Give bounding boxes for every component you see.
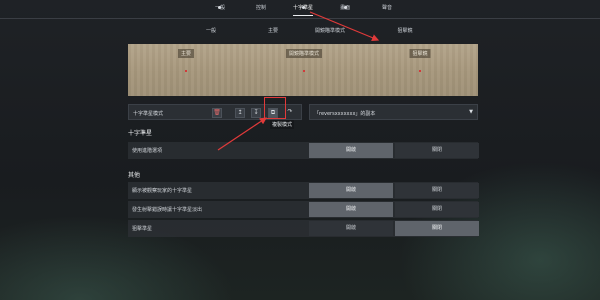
- option-on[interactable]: 開啟: [309, 143, 393, 158]
- subtab-general[interactable]: 一般: [206, 27, 216, 34]
- crosshair-dot: [419, 70, 421, 72]
- trash-icon[interactable]: 🗑: [212, 108, 222, 118]
- option-off[interactable]: 關閉: [395, 202, 479, 217]
- option-on[interactable]: 開啟: [309, 202, 393, 217]
- upload-icon[interactable]: ↥: [235, 108, 245, 118]
- crosshair-preview: 主要 開鏡瞄準模式 狙擊鏡: [128, 44, 478, 96]
- tab-audio[interactable]: 聲音: [382, 4, 392, 11]
- setting-row: 使用進階選項 開啟 關閉: [128, 142, 479, 159]
- preview-label-sniper: 狙擊鏡: [409, 49, 431, 58]
- profile-name: 十字準星模式: [133, 111, 164, 117]
- download-icon[interactable]: ↧: [251, 108, 261, 118]
- setting-row: 發生射擊錯誤時讓十字準星淡出 開啟 關閉: [128, 201, 479, 218]
- nav-dot: [218, 6, 221, 9]
- setting-label: 顯示被觀察玩家的十字準星: [132, 188, 193, 194]
- preview-label-primary: 主要: [177, 49, 195, 58]
- copy-tooltip: 複製模式: [270, 120, 295, 129]
- option-on[interactable]: 開啟: [309, 183, 393, 198]
- crosshair-dot: [303, 70, 305, 72]
- setting-label: 發生射擊錯誤時讓十字準星淡出: [132, 207, 203, 213]
- subtab-primary[interactable]: 主要: [268, 27, 278, 34]
- dropdown-value: 「reversxxxxxxx」的副本: [314, 111, 376, 117]
- option-off[interactable]: 關閉: [395, 143, 479, 158]
- copy-button-highlight: [264, 97, 286, 119]
- section-title-crosshair: 十字準星: [128, 130, 153, 137]
- profile-dropdown[interactable]: 「reversxxxxxxx」的副本 ▼: [309, 104, 478, 120]
- import-icon[interactable]: ↷: [285, 108, 295, 118]
- option-off[interactable]: 關閉: [395, 183, 479, 198]
- section-title-other: 其他: [128, 172, 141, 179]
- option-on[interactable]: 開啟: [309, 221, 393, 236]
- crosshair-dot: [185, 70, 187, 72]
- subtab-ads[interactable]: 開鏡瞄準模式: [315, 27, 345, 34]
- chevron-down-icon: ▼: [469, 109, 473, 115]
- setting-label: 使用進階選項: [132, 148, 163, 154]
- setting-label: 狙擊準星: [132, 226, 153, 232]
- tab-controls[interactable]: 控制: [256, 4, 266, 11]
- option-off[interactable]: 關閉: [395, 221, 479, 236]
- subtab-sniper[interactable]: 狙擊鏡: [397, 27, 412, 34]
- top-nav: 一般 控制 十字準星 畫面 聲音: [0, 0, 600, 19]
- nav-dot: [302, 6, 305, 9]
- preview-label-ads: 開鏡瞄準模式: [285, 49, 323, 58]
- setting-row: 狙擊準星 開啟 關閉: [128, 220, 479, 237]
- nav-dot: [344, 6, 347, 9]
- setting-row: 顯示被觀察玩家的十字準星 開啟 關閉: [128, 182, 479, 199]
- profile-toolbar: 十字準星模式 🗑 ↥ ↧ ⧉ ↷ 「reversxxxxxxx」的副本 ▼: [128, 104, 478, 120]
